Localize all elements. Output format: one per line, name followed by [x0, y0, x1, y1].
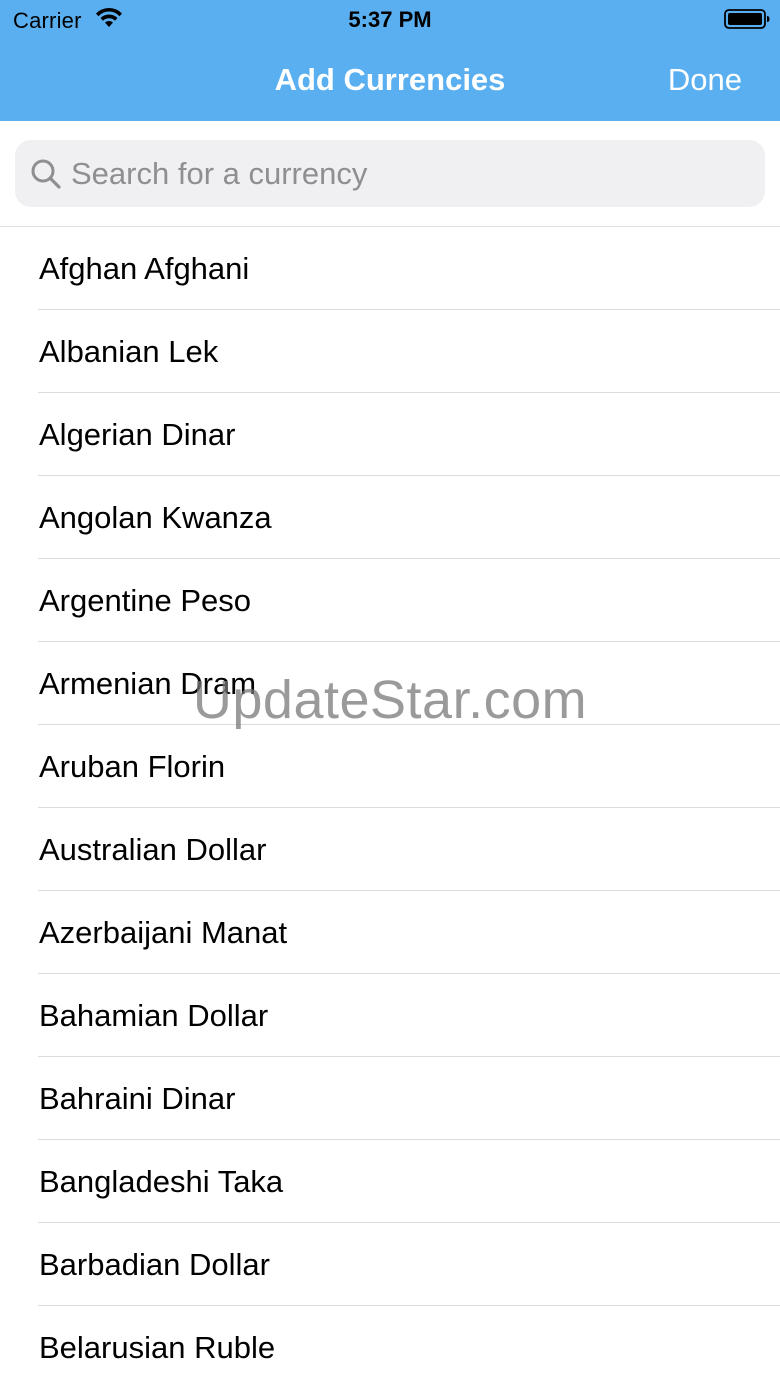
currency-row[interactable]: Bahamian Dollar	[0, 974, 780, 1057]
currency-row[interactable]: Afghan Afghani	[0, 227, 780, 310]
search-icon	[31, 159, 61, 189]
currency-row[interactable]: Armenian Dram	[0, 642, 780, 725]
currency-name: Argentine Peso	[39, 583, 251, 618]
navigation-bar: Add Currencies Done	[0, 50, 780, 110]
currency-name: Algerian Dinar	[39, 417, 236, 452]
currency-row[interactable]: Australian Dollar	[0, 808, 780, 891]
currency-list: Afghan Afghani Albanian Lek Algerian Dinar…	[0, 227, 780, 1387]
currency-name: Australian Dollar	[39, 832, 267, 867]
currency-name: Angolan Kwanza	[39, 500, 272, 535]
battery-full-icon	[724, 9, 770, 29]
currency-row[interactable]: Bahraini Dinar	[0, 1057, 780, 1140]
currency-row[interactable]: Azerbaijani Manat	[0, 891, 780, 974]
currency-name: Azerbaijani Manat	[39, 915, 288, 950]
currency-row[interactable]: Belarusian Ruble	[0, 1306, 780, 1387]
currency-row[interactable]: Angolan Kwanza	[0, 476, 780, 559]
search-bar-container	[0, 121, 780, 227]
currency-row[interactable]: Aruban Florin	[0, 725, 780, 808]
currency-row[interactable]: Algerian Dinar	[0, 393, 780, 476]
currency-row[interactable]: Barbadian Dollar	[0, 1223, 780, 1306]
currency-row[interactable]: Albanian Lek	[0, 310, 780, 393]
status-bar: Carrier 5:37 PM	[0, 0, 780, 40]
search-input[interactable]	[71, 140, 751, 207]
done-button[interactable]: Done	[668, 62, 742, 98]
clock: 5:37 PM	[348, 7, 432, 32]
currency-name: Afghan Afghani	[39, 251, 250, 286]
currency-name: Armenian Dram	[39, 666, 257, 701]
currency-name: Bahraini Dinar	[39, 1081, 236, 1116]
currency-row[interactable]: Argentine Peso	[0, 559, 780, 642]
page-title: Add Currencies	[274, 62, 506, 97]
currency-name: Belarusian Ruble	[39, 1330, 276, 1365]
header: Carrier 5:37 PM Add Currencies Done	[0, 0, 780, 121]
currency-name: Aruban Florin	[39, 749, 226, 784]
search-field[interactable]	[15, 140, 765, 207]
currency-name: Bangladeshi Taka	[39, 1164, 284, 1199]
screen: Carrier 5:37 PM Add Currencies Done Sear…	[0, 0, 780, 1387]
currency-name: Bahamian Dollar	[39, 998, 269, 1033]
currency-name: Barbadian Dollar	[39, 1247, 270, 1282]
currency-row[interactable]: Bangladeshi Taka	[0, 1140, 780, 1223]
currency-name: Albanian Lek	[39, 334, 219, 369]
